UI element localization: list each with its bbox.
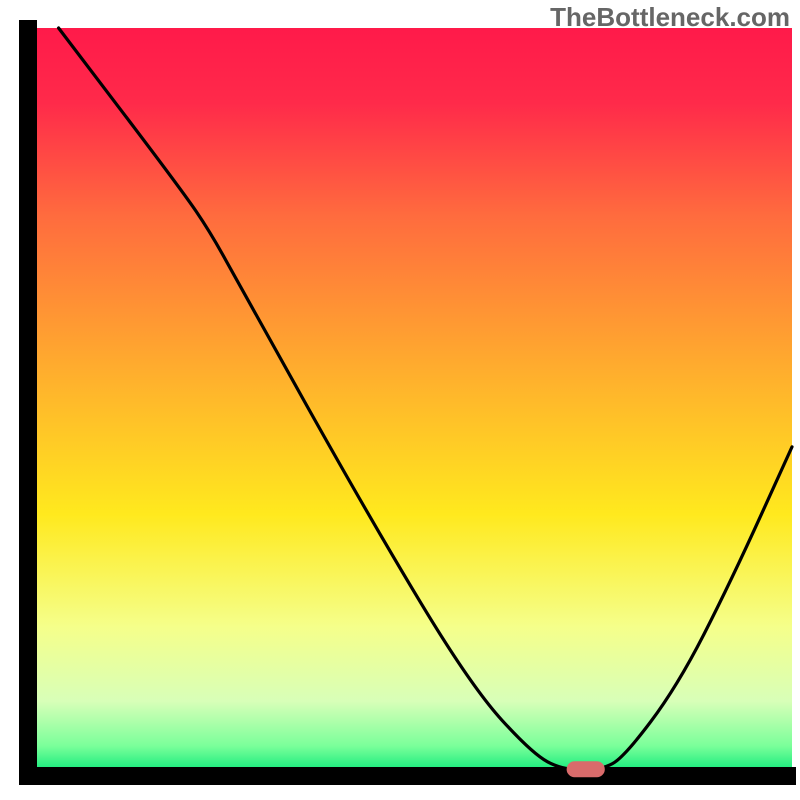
watermark-text: TheBottleneck.com [550, 2, 790, 33]
bottleneck-chart [0, 0, 800, 800]
optimal-marker [567, 761, 605, 777]
chart-container: TheBottleneck.com [0, 0, 800, 800]
